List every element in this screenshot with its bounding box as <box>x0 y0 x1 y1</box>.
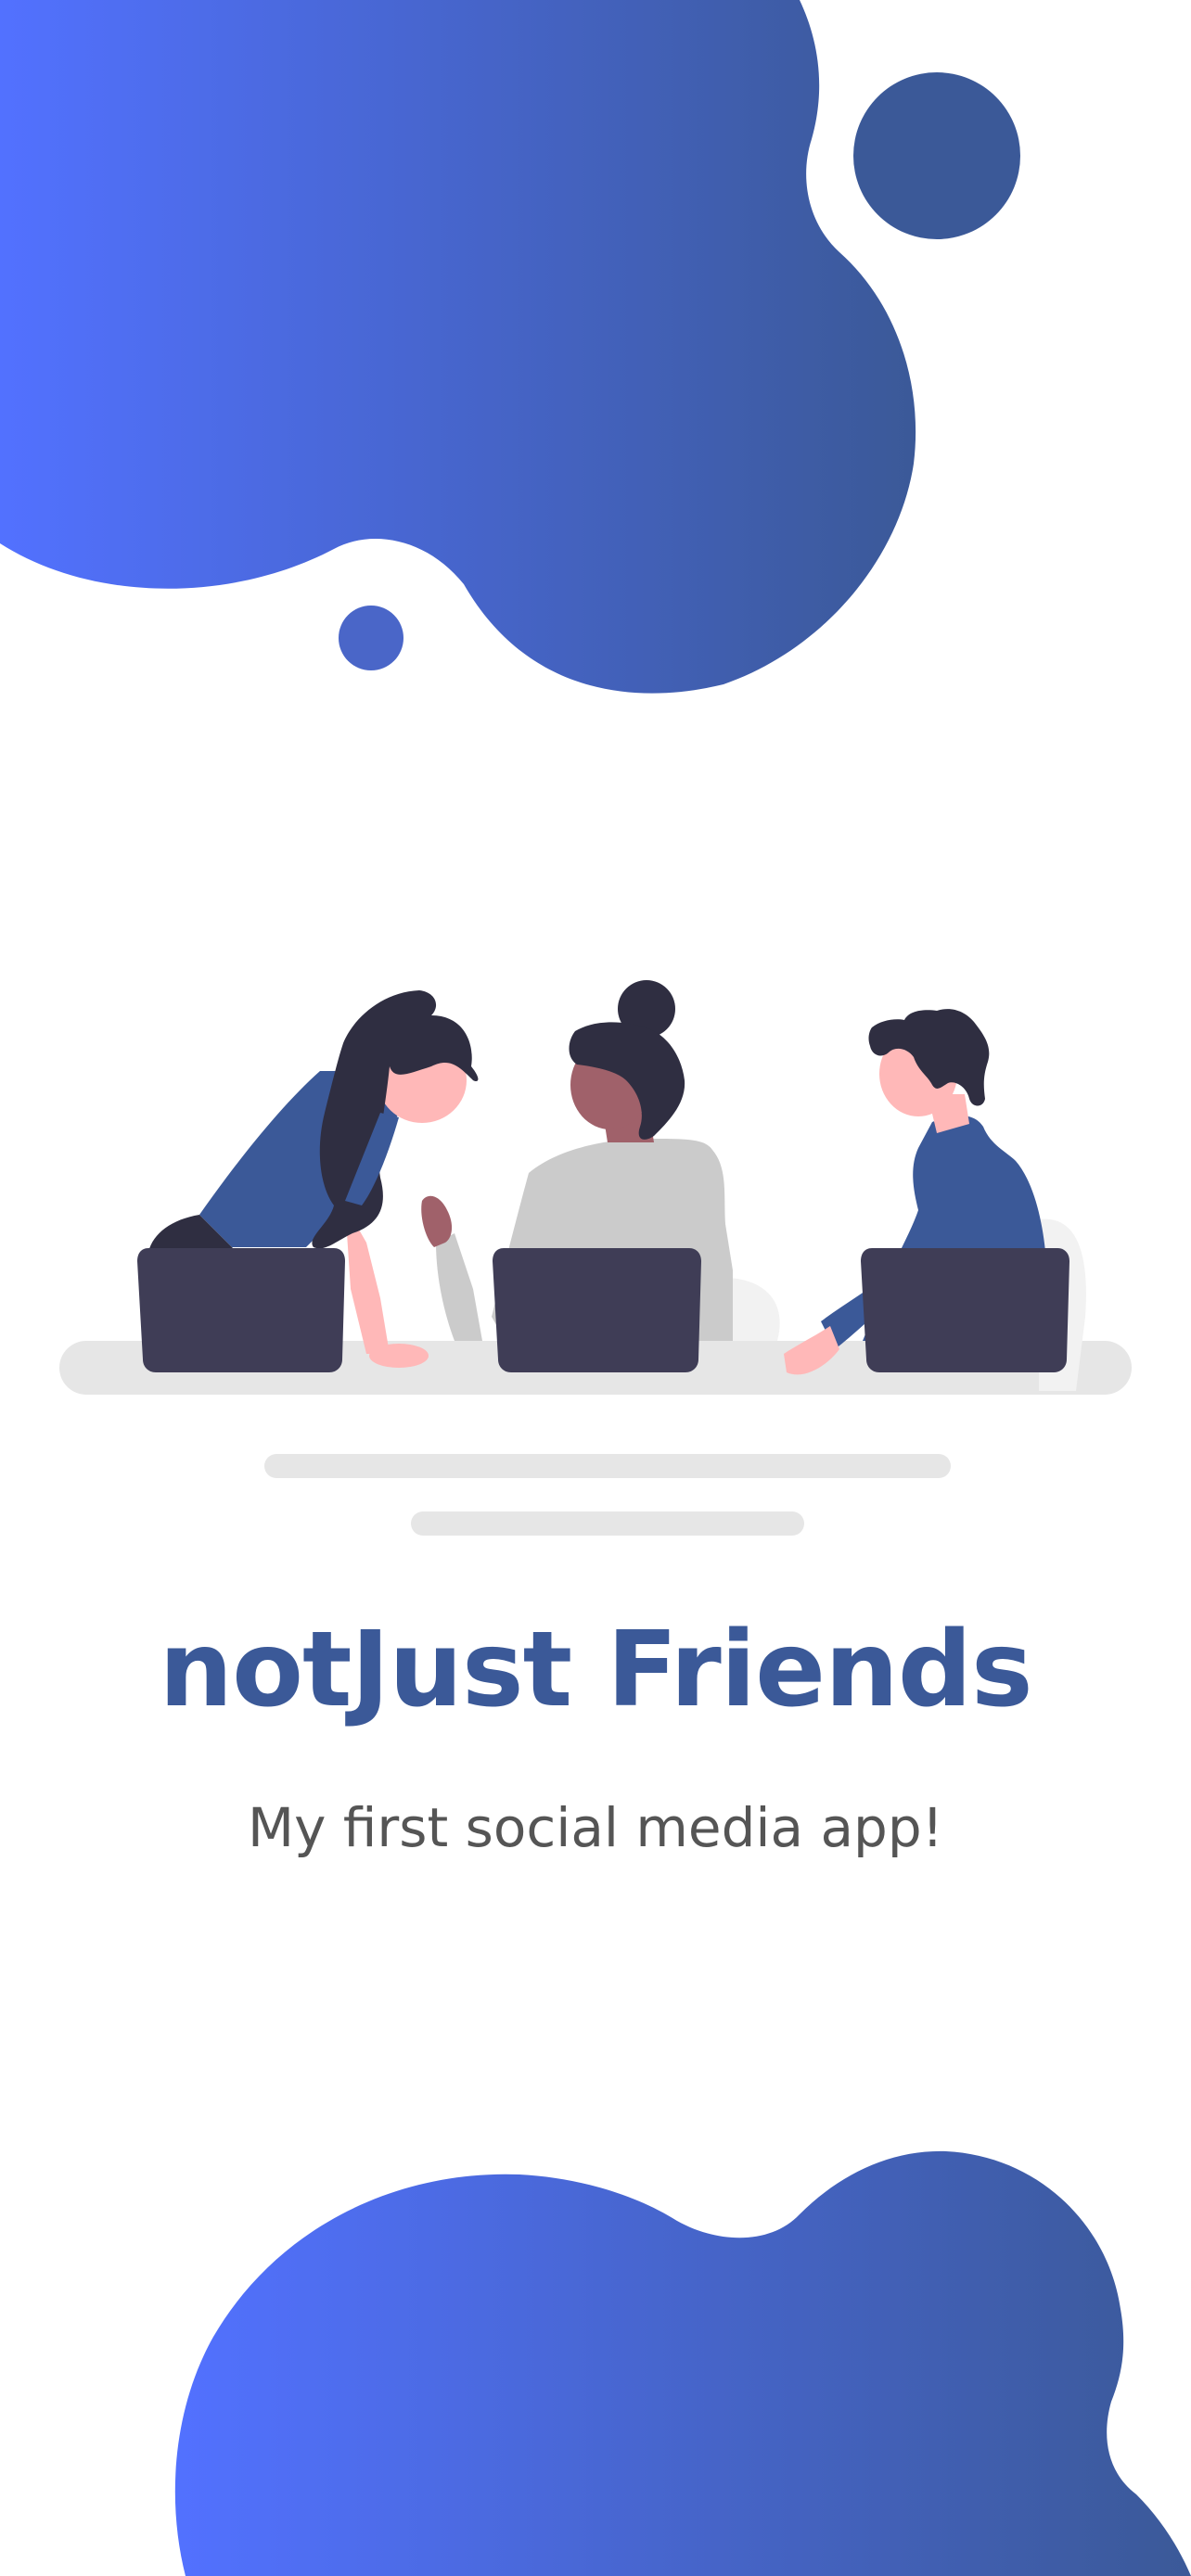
desk-shadow-line-long <box>264 1454 951 1478</box>
team-working-on-laptops-illustration <box>59 980 1132 1536</box>
laptop-right <box>861 1248 1069 1372</box>
laptop-middle <box>493 1248 701 1372</box>
laptop-left <box>137 1248 345 1372</box>
desk-shadow-line-short <box>411 1511 804 1536</box>
app-subtitle: My first social media app! <box>248 1796 943 1859</box>
app-title: notJust Friends <box>159 1610 1032 1730</box>
